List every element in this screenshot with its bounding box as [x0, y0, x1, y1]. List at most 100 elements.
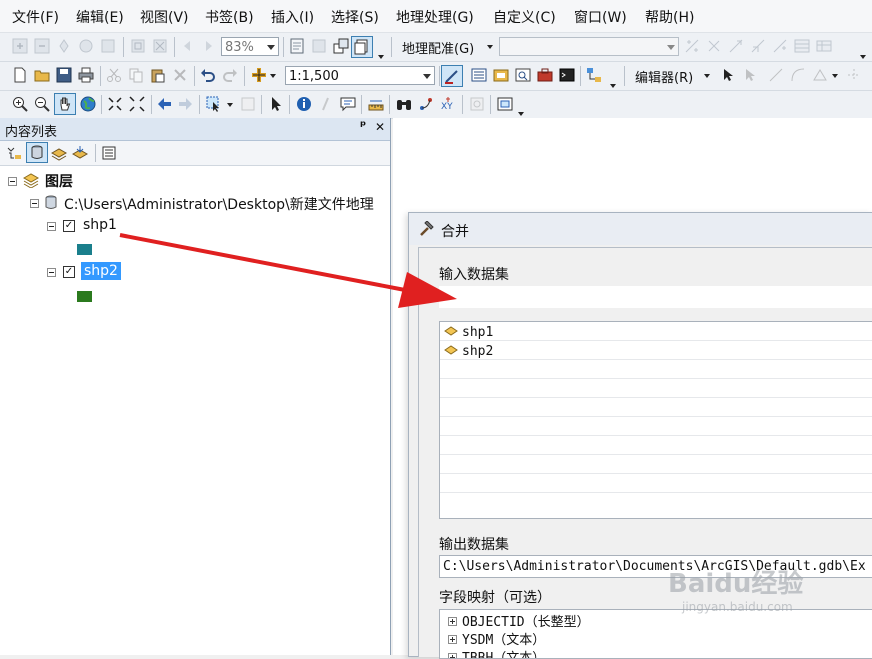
- time-slider-icon[interactable]: [469, 96, 485, 112]
- shp1-visibility-checkbox[interactable]: ✓: [63, 220, 75, 232]
- modelbuilder-icon[interactable]: [586, 67, 602, 83]
- paste-icon[interactable]: [150, 67, 166, 83]
- list-by-visibility-icon[interactable]: [51, 145, 67, 161]
- new-document-icon[interactable]: [12, 67, 28, 83]
- field-map-tree[interactable]: OBJECTID（长整型） YSDM（文本） TBBH（文本）: [439, 609, 872, 659]
- fixed-zoom-in-arrows-icon[interactable]: [107, 96, 123, 112]
- focus-data-frame-icon[interactable]: [311, 38, 327, 54]
- georeferencing-dropdown-icon[interactable]: [487, 45, 493, 49]
- editor-dropdown-icon[interactable]: [704, 74, 710, 78]
- zoom-out-icon[interactable]: [34, 96, 50, 112]
- menu-edit[interactable]: 编辑(E): [76, 7, 124, 27]
- menu-geoprocessing[interactable]: 地理处理(G): [396, 7, 474, 27]
- arctoolbox-icon[interactable]: [537, 67, 553, 83]
- search-window-icon[interactable]: [515, 67, 531, 83]
- georef-table-icon[interactable]: [816, 38, 832, 54]
- layers-root-label[interactable]: 图层: [45, 171, 73, 191]
- field-map-item[interactable]: YSDM（文本）: [462, 629, 545, 648]
- field-map-item[interactable]: OBJECTID（长整型）: [462, 611, 590, 630]
- table-of-contents-icon[interactable]: [471, 67, 487, 83]
- list-by-drawing-order-icon[interactable]: [6, 145, 22, 161]
- fixed-zoom-page-icon[interactable]: [152, 38, 168, 54]
- undo-icon[interactable]: [200, 67, 216, 83]
- hyperlink-icon[interactable]: [318, 96, 334, 112]
- full-extent-globe-icon[interactable]: [80, 96, 96, 112]
- toolbar-overflow-4-icon[interactable]: [518, 112, 524, 116]
- zoom-in-icon[interactable]: [12, 96, 28, 112]
- edit-tool-icon[interactable]: [720, 67, 736, 83]
- close-icon[interactable]: ✕: [375, 120, 385, 134]
- menu-insert[interactable]: 插入(I): [271, 7, 314, 27]
- find-route-icon[interactable]: [418, 96, 434, 112]
- straight-segment-icon[interactable]: [768, 67, 784, 83]
- layer-shp2-label[interactable]: shp2: [81, 262, 121, 280]
- select-features-icon[interactable]: [206, 96, 222, 112]
- zoom-whole-page-icon[interactable]: [100, 38, 116, 54]
- split-tool-icon[interactable]: [846, 67, 862, 83]
- html-popup-icon[interactable]: [340, 96, 356, 112]
- fixed-zoom-out-arrows-icon[interactable]: [129, 96, 145, 112]
- editor-toolbar-button[interactable]: [441, 65, 463, 87]
- list-by-selection-icon[interactable]: [72, 145, 88, 161]
- full-extent-disabled-icon[interactable]: [78, 38, 94, 54]
- editor-menu[interactable]: 编辑器(R): [635, 67, 693, 86]
- georeferencing-menu[interactable]: 地理配准(G): [402, 38, 474, 57]
- select-elements-icon[interactable]: [268, 96, 284, 112]
- collapse-layers-toggle[interactable]: [8, 177, 17, 186]
- menu-file[interactable]: 文件(F): [12, 7, 59, 27]
- catalog-icon[interactable]: [493, 67, 509, 83]
- input-list-item-shp1[interactable]: shp1: [444, 325, 864, 341]
- delete-icon[interactable]: [172, 67, 188, 83]
- expand-field-toggle[interactable]: [448, 635, 457, 644]
- menu-bookmarks[interactable]: 书签(B): [205, 7, 254, 27]
- find-binoculars-icon[interactable]: [396, 96, 412, 112]
- identify-icon[interactable]: [296, 96, 312, 112]
- toggle-draft-mode-icon[interactable]: [289, 38, 305, 54]
- toolbar-overflow-1-icon[interactable]: [378, 55, 384, 59]
- shp2-symbol-swatch[interactable]: [77, 291, 92, 302]
- next-extent-page-icon[interactable]: [200, 38, 216, 54]
- map-scale-combo[interactable]: 1:1,500: [285, 66, 435, 85]
- toolbar-overflow-2-icon[interactable]: [860, 55, 866, 59]
- input-datasets-list[interactable]: shp1 shp2: [439, 321, 872, 519]
- zoom-100-icon[interactable]: [130, 38, 146, 54]
- edit-annotation-icon[interactable]: [742, 67, 758, 83]
- create-viewer-window-icon[interactable]: [497, 96, 513, 112]
- source-path-label[interactable]: C:\Users\Administrator\Desktop\新建文件地理: [64, 194, 374, 214]
- collapse-source-toggle[interactable]: [30, 199, 39, 208]
- shp1-symbol-swatch[interactable]: [77, 244, 92, 255]
- go-to-xy-icon[interactable]: XY: [440, 96, 456, 112]
- collapse-shp2-toggle[interactable]: [47, 268, 56, 277]
- menu-view[interactable]: 视图(V): [140, 7, 189, 27]
- menu-help[interactable]: 帮助(H): [645, 7, 694, 27]
- construction-tools-icon[interactable]: [812, 67, 828, 83]
- add-data-dropdown-icon[interactable]: [270, 74, 276, 78]
- input-list-item-shp2[interactable]: shp2: [444, 344, 864, 360]
- cut-icon[interactable]: [106, 67, 122, 83]
- data-driven-pages-button[interactable]: [351, 36, 373, 58]
- construction-dropdown-icon[interactable]: [832, 74, 838, 78]
- pan-button[interactable]: [54, 93, 76, 115]
- auto-adjust-icon[interactable]: [772, 38, 788, 54]
- pin-icon[interactable]: ᵖ: [360, 119, 366, 134]
- open-folder-icon[interactable]: [34, 67, 50, 83]
- scale-georef-icon[interactable]: [750, 38, 766, 54]
- python-window-icon[interactable]: [559, 67, 575, 83]
- menu-windows[interactable]: 窗口(W): [574, 7, 627, 27]
- save-icon[interactable]: [56, 67, 72, 83]
- fixed-zoom-in-icon[interactable]: [12, 38, 28, 54]
- add-control-points-icon[interactable]: [684, 38, 700, 54]
- measure-icon[interactable]: [368, 96, 384, 112]
- field-map-item[interactable]: TBBH（文本）: [462, 647, 545, 658]
- copy-icon[interactable]: [128, 67, 144, 83]
- menu-selection[interactable]: 选择(S): [331, 7, 379, 27]
- toolbar-overflow-3-icon[interactable]: [610, 84, 616, 88]
- zoom-percent-combo[interactable]: 83%: [221, 37, 279, 56]
- go-back-extent-icon[interactable]: [157, 96, 173, 112]
- collapse-shp1-toggle[interactable]: [47, 222, 56, 231]
- go-forward-extent-icon[interactable]: [177, 96, 193, 112]
- add-data-icon[interactable]: [251, 67, 267, 83]
- previous-extent-page-icon[interactable]: [180, 38, 196, 54]
- print-icon[interactable]: [78, 67, 94, 83]
- change-layout-icon[interactable]: [333, 38, 349, 54]
